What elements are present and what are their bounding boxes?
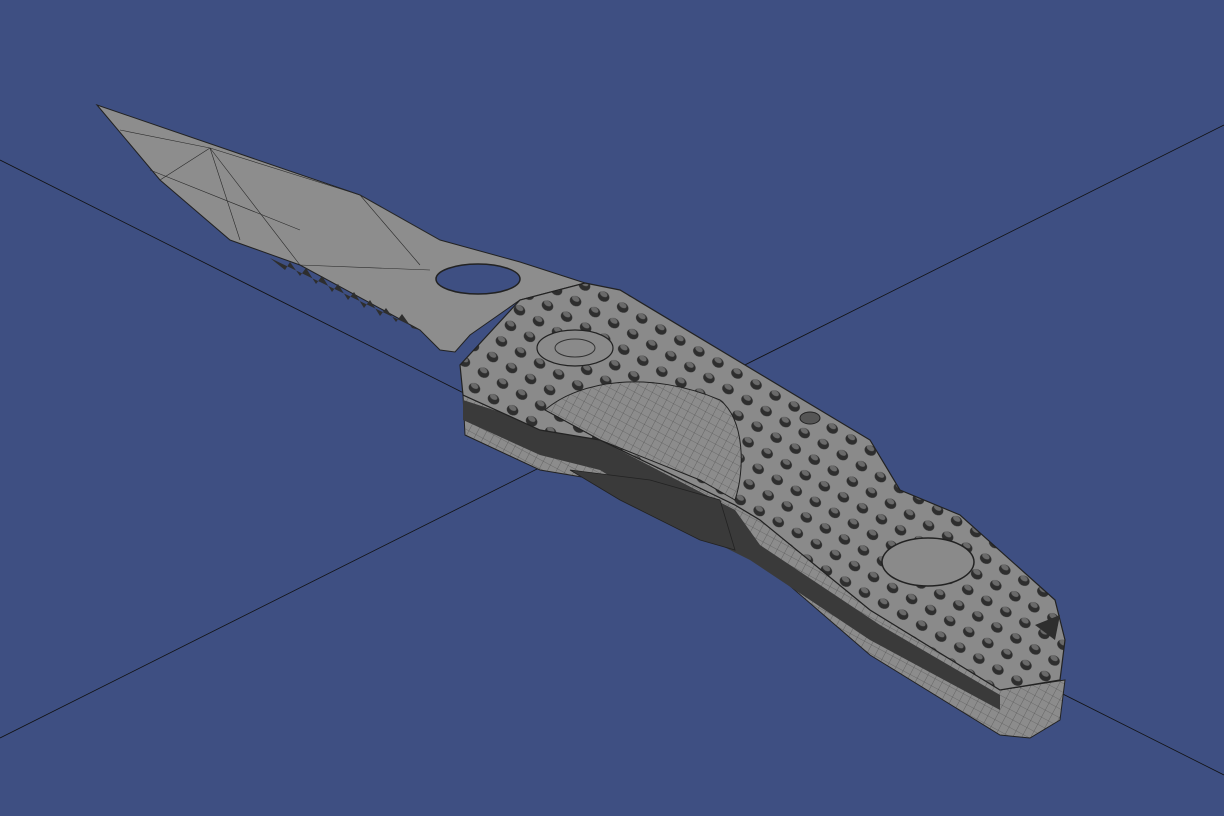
rear-screw: [881, 537, 975, 587]
thumb-hole: [435, 263, 521, 295]
3d-viewport[interactable]: [0, 0, 1224, 816]
viewport-canvas[interactable]: [0, 0, 1224, 816]
pivot-screw: [536, 329, 614, 367]
lock-release: [799, 411, 821, 425]
knife-model[interactable]: [95, 103, 1066, 739]
